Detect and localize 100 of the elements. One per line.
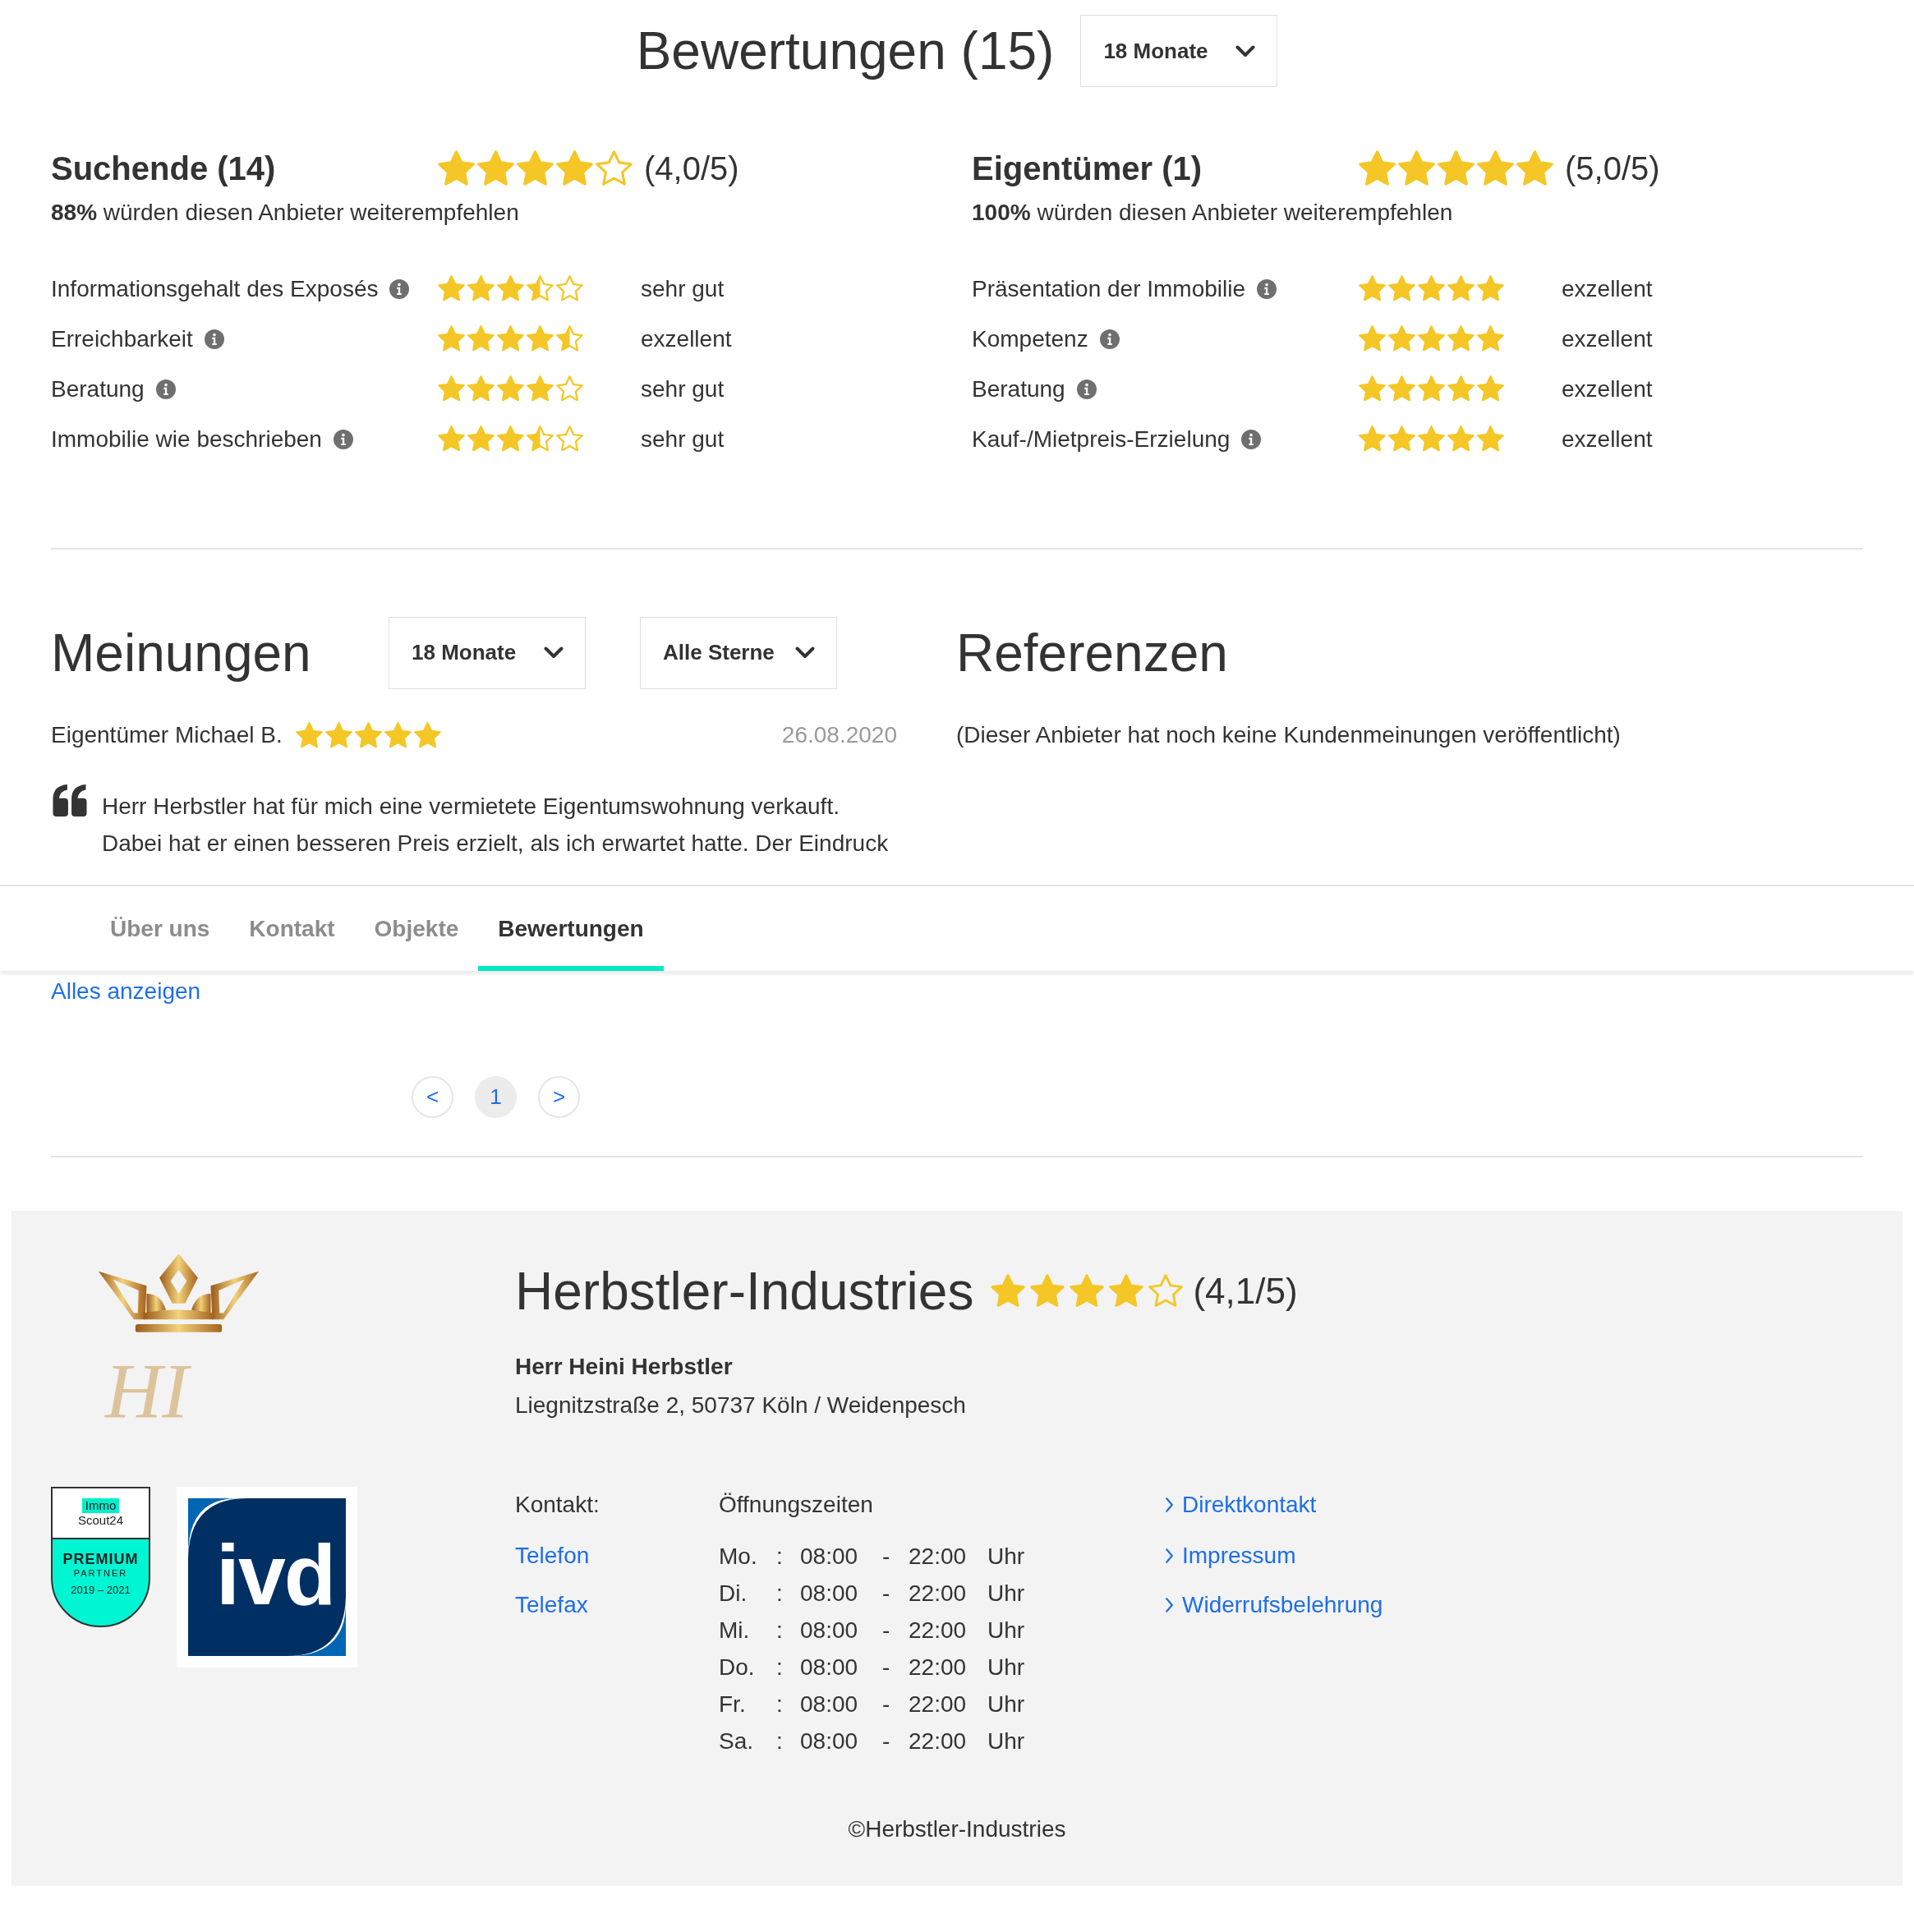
hours-unit: Uhr bbox=[987, 1727, 1025, 1755]
star-icon bbox=[1438, 150, 1475, 187]
info-icon[interactable] bbox=[1257, 278, 1277, 299]
footer-link[interactable]: Direktkontakt bbox=[1165, 1488, 1317, 1521]
hours-separator: : bbox=[776, 1690, 783, 1718]
star-icon bbox=[438, 375, 465, 402]
next-page-button[interactable]: > bbox=[538, 1076, 580, 1118]
show-all-link[interactable]: Alles anzeigen bbox=[51, 977, 201, 1006]
star-icon bbox=[1447, 275, 1475, 302]
star-icon bbox=[517, 150, 554, 187]
review-text: Herr Herbstler hat für mich eine vermietete Eigentumswohnung verkauft. Dabei hat er einen besseren Preis erzielt, als ich erwartet hatte. Der Eindruck bbox=[102, 793, 890, 858]
star-icon bbox=[467, 325, 495, 352]
badge-years: 2019 – 2021 bbox=[71, 1584, 131, 1597]
criterion-label: Beratung bbox=[972, 375, 1065, 403]
hours-day: Sa. bbox=[719, 1726, 754, 1756]
star-outline-icon bbox=[556, 426, 583, 453]
star-icon bbox=[497, 426, 524, 453]
star-icon bbox=[1418, 375, 1445, 402]
recommendation-text: 88% würden diesen Anbieter weiterempfehlen bbox=[51, 199, 519, 227]
star-icon bbox=[991, 1274, 1026, 1309]
star-icon bbox=[1359, 275, 1386, 302]
star-icon bbox=[1359, 150, 1396, 187]
chevron-right-icon bbox=[1165, 1548, 1174, 1564]
hours-day: Mo. bbox=[719, 1541, 757, 1571]
hours-title: Öffnungszeiten bbox=[719, 1491, 873, 1519]
address-text: Liegnitzstraße 2, 50737 Köln / Weidenpesch bbox=[515, 1392, 966, 1419]
star-icon bbox=[438, 325, 465, 352]
logo-text: ivd bbox=[216, 1530, 335, 1620]
star-icon bbox=[497, 325, 524, 352]
star-icon bbox=[1359, 325, 1386, 352]
criterion-label: Beratung bbox=[51, 375, 145, 403]
recommendation-text: 100% würden diesen Anbieter weiterempfehlen bbox=[972, 199, 1453, 227]
info-icon[interactable] bbox=[333, 429, 353, 449]
filter-dropdown[interactable]: 18 Monate bbox=[389, 616, 586, 689]
chevron-down-icon bbox=[544, 646, 564, 659]
badge-brand-text: Scout24 bbox=[77, 1513, 123, 1528]
star-icon bbox=[1388, 325, 1415, 352]
star-icon bbox=[497, 375, 524, 402]
tab[interactable]: Kontakt bbox=[229, 886, 355, 971]
hours-unit: Uhr bbox=[987, 1616, 1025, 1644]
hours-separator: - bbox=[882, 1579, 890, 1608]
hours-separator: : bbox=[776, 1653, 783, 1681]
footer-link[interactable]: Widerrufsbelehrung bbox=[1165, 1589, 1383, 1622]
hours-time: 22:00 bbox=[909, 1653, 967, 1681]
star-icon bbox=[1418, 275, 1445, 302]
star-icon bbox=[1447, 375, 1475, 402]
page-title: Bewertungen (15) bbox=[636, 21, 1055, 82]
criterion-rating: exzellent bbox=[641, 324, 732, 353]
hours-time: 08:00 bbox=[800, 1579, 858, 1608]
star-icon bbox=[324, 721, 352, 749]
criterion-label: Erreichbarkeit bbox=[51, 324, 193, 353]
hours-day: Mi. bbox=[719, 1615, 750, 1645]
hours-time: 08:00 bbox=[800, 1727, 858, 1755]
info-icon[interactable] bbox=[204, 329, 224, 349]
criterion-rating: exzellent bbox=[1562, 375, 1653, 403]
filter-dropdown[interactable]: Alle Sterne bbox=[640, 616, 837, 689]
star-icon bbox=[1109, 1274, 1144, 1309]
star-icon bbox=[497, 275, 524, 302]
star-icon bbox=[1388, 275, 1415, 302]
star-icon bbox=[467, 375, 495, 402]
star-outline-icon bbox=[596, 150, 633, 187]
tab[interactable]: Über uns bbox=[90, 886, 230, 971]
section-title: Meinungen bbox=[51, 622, 312, 684]
info-icon[interactable] bbox=[1241, 429, 1262, 449]
star-icon bbox=[1477, 150, 1514, 187]
rating-score: (4,0/5) bbox=[644, 150, 739, 188]
badge-brand-text: Immo bbox=[81, 1498, 120, 1513]
star-icon bbox=[527, 325, 554, 352]
hours-unit: Uhr bbox=[987, 1653, 1025, 1681]
criterion-rating: exzellent bbox=[1562, 324, 1653, 353]
contact-link[interactable]: Telefax bbox=[515, 1589, 588, 1622]
tab[interactable]: Objekte bbox=[354, 886, 479, 971]
hours-time: 22:00 bbox=[909, 1579, 967, 1608]
criterion-label: Informationsgehalt des Exposés bbox=[51, 274, 379, 303]
footer-link[interactable]: Impressum bbox=[1165, 1539, 1296, 1572]
info-icon[interactable] bbox=[389, 278, 410, 299]
contact-link[interactable]: Telefon bbox=[515, 1539, 590, 1572]
half-star-icon bbox=[527, 275, 554, 302]
page-button[interactable]: 1 bbox=[475, 1076, 517, 1118]
star-icon bbox=[295, 721, 323, 749]
star-icon bbox=[1388, 375, 1415, 402]
contact-label: Kontakt: bbox=[515, 1491, 600, 1519]
criterion-label: Immobilie wie beschrieben bbox=[51, 425, 322, 453]
tab[interactable]: Bewertungen bbox=[478, 886, 664, 971]
criterion-rating: sehr gut bbox=[641, 274, 725, 303]
hours-time: 08:00 bbox=[800, 1653, 858, 1681]
info-icon[interactable] bbox=[1076, 379, 1097, 399]
info-icon[interactable] bbox=[1099, 329, 1120, 349]
star-icon bbox=[556, 150, 593, 187]
star-icon bbox=[1359, 375, 1386, 402]
hours-separator: - bbox=[882, 1727, 890, 1755]
company-name: Herbstler-Industries bbox=[515, 1262, 974, 1321]
hours-day: Di. bbox=[719, 1578, 748, 1608]
hours-separator: - bbox=[882, 1616, 890, 1644]
previous-page-button[interactable]: < bbox=[412, 1076, 453, 1118]
star-icon bbox=[1447, 325, 1475, 352]
star-icon bbox=[527, 375, 554, 402]
info-icon[interactable] bbox=[155, 379, 176, 399]
period-dropdown[interactable]: 18 Monate bbox=[1080, 15, 1278, 87]
hours-time: 08:00 bbox=[800, 1690, 858, 1718]
